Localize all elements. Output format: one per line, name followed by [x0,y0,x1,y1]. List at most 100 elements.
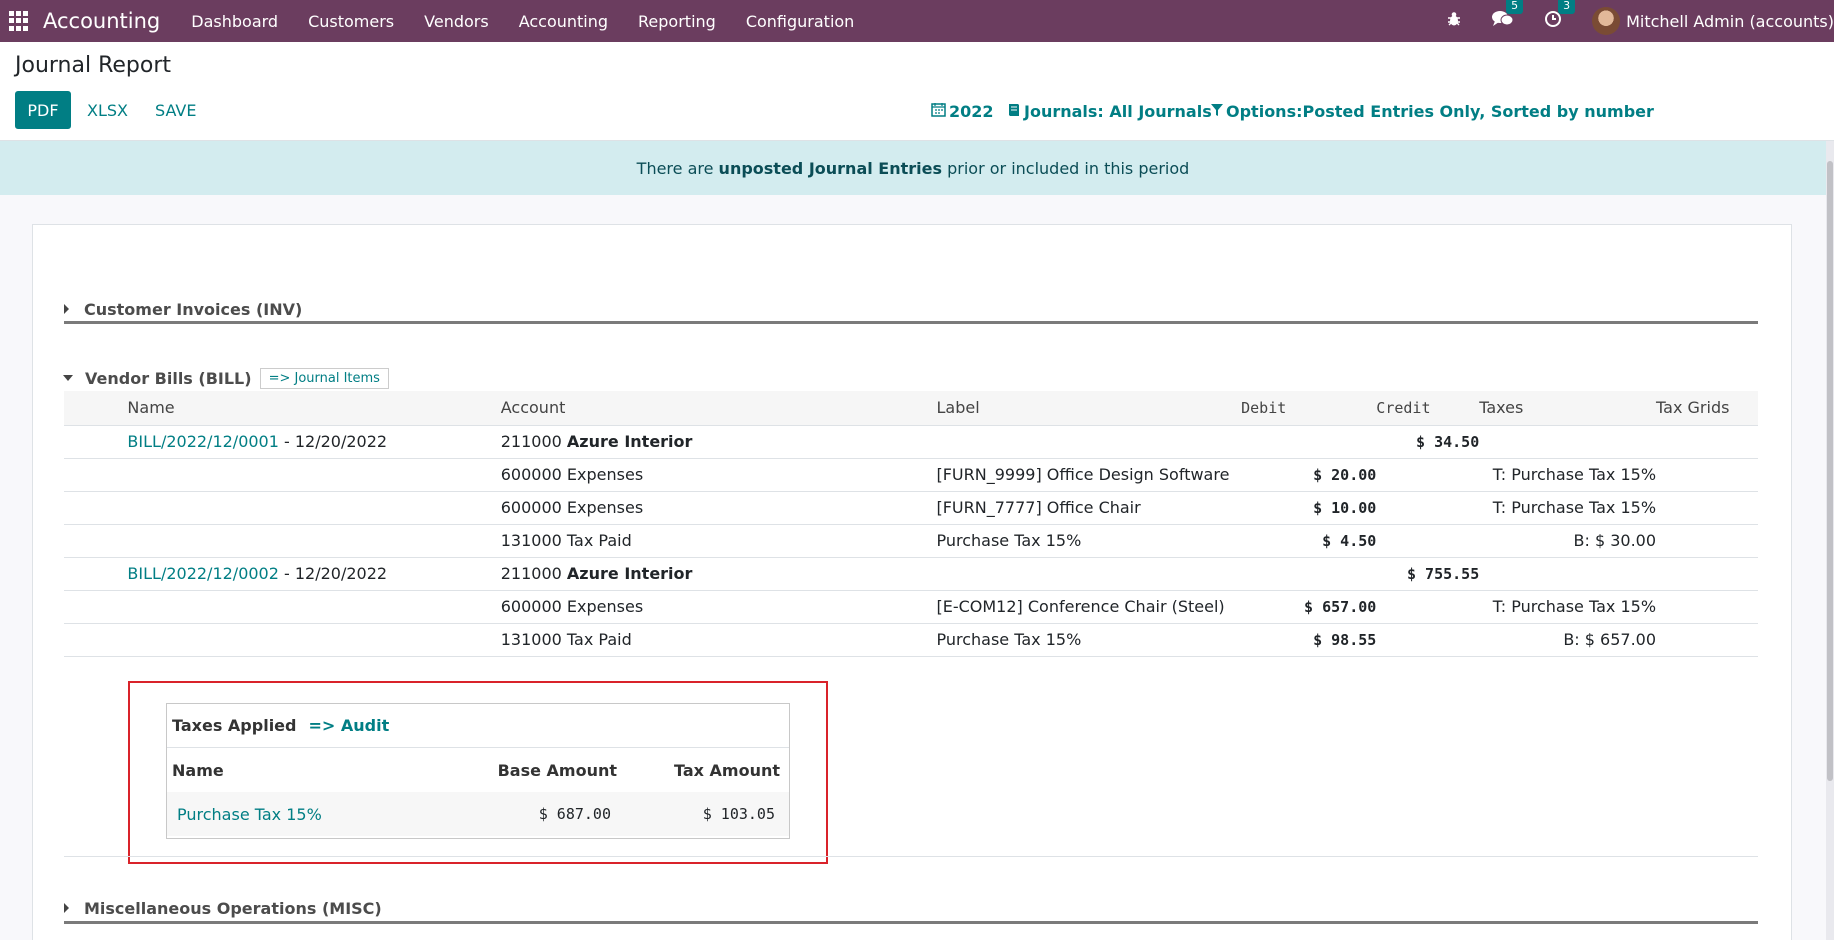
line-label: Purchase Tax 15% [936,630,1082,649]
navbar-systray: 5 3 Mitchell Admin (accounts) [1446,0,1834,42]
table-row: 131000 Tax Paid Purchase Tax 15% $ 98.55 B:… [64,623,1758,657]
tax-row-name-link[interactable]: Purchase Tax 15% [167,805,467,824]
col-header-account: Account [500,391,937,426]
section-divider [64,856,1758,857]
taxes-applied-title: Taxes Applied [172,716,297,735]
tax-row: Purchase Tax 15% $ 687.00 $ 103.05 [167,792,789,836]
debit-value: $ 98.55 [1313,630,1377,649]
section-bill-title: Vendor Bills (BILL) [85,368,252,388]
tax-row-base: $ 687.00 [538,805,611,823]
line-label: [FURN_7777] Office Chair [936,498,1141,517]
caret-right-icon [64,903,69,913]
page-title: Journal Report [15,53,172,78]
move-date: - 12/20/2022 [278,432,388,451]
table-row: 600000 Expenses [FURN_7777] Office Chair $… [64,491,1758,525]
audit-link[interactable]: => Audit [308,716,389,735]
taxes-column-header-row: Name Base Amount Tax Amount [167,748,789,792]
date-filter[interactable]: 2022 [931,102,994,121]
unposted-entries-link[interactable]: unposted Journal Entries [719,159,942,178]
line-label: Purchase Tax 15% [936,531,1082,550]
date-filter-label: 2022 [949,102,994,121]
xlsx-button[interactable]: XLSX [87,101,128,120]
activities-count-badge: 3 [1558,0,1576,14]
table-row: 600000 Expenses [FURN_9999] Office Design… [64,458,1758,492]
control-panel: Journal Report PDF XLSX SAVE 2022 Journa… [0,42,1834,141]
taxes-applied-header: Taxes Applied => Audit [167,704,789,748]
credit-value: $ 34.50 [1416,432,1480,451]
account-partner: Azure Interior [566,564,693,583]
section-customer-invoices[interactable]: Customer Invoices (INV) [64,298,1758,320]
pdf-button[interactable]: PDF [15,91,71,129]
options-filter-label: Options:Posted Entries Only, Sorted by n… [1226,102,1654,121]
tax-col-name: Name [172,760,224,780]
debit-value: $ 4.50 [1322,531,1377,550]
alert-prefix: There are [636,158,719,178]
section-inv-title: Customer Invoices (INV) [84,299,303,319]
menu-accounting[interactable]: Accounting [504,12,623,31]
apps-menu-icon[interactable] [9,11,29,31]
top-navbar: Accounting Dashboard Customers Vendors A… [0,0,1834,42]
taxes-value: B: $ 30.00 [1573,531,1657,550]
line-label: [FURN_9999] Office Design Software [936,465,1230,484]
journals-filter-label: Journals: All Journals [1024,102,1212,121]
options-filter[interactable]: Options:Posted Entries Only, Sorted by n… [1211,102,1654,121]
menu-customers[interactable]: Customers [293,12,409,31]
section-vendor-bills[interactable]: Vendor Bills (BILL) => Journal Items [63,366,1758,390]
account-partner: Azure Interior [566,432,693,451]
taxes-value: T: Purchase Tax 15% [1492,465,1657,484]
tax-col-amount: Tax Amount [673,760,780,780]
taxes-value: B: $ 657.00 [1563,630,1657,649]
move-date: - 12/20/2022 [278,564,388,583]
table-row: 131000 Tax Paid Purchase Tax 15% $ 4.50 B: … [64,524,1758,558]
user-menu[interactable]: Mitchell Admin (accounts) [1626,12,1834,31]
journal-items-button[interactable]: => Journal Items [259,367,389,389]
col-header-label: Label [936,391,1242,426]
taxes-applied-card: Taxes Applied => Audit Name Base Amount … [166,703,790,839]
activities-clock-icon[interactable]: 3 [1544,0,1576,32]
taxes-value: T: Purchase Tax 15% [1492,597,1657,616]
user-avatar[interactable] [1592,7,1621,35]
section-misc-title: Miscellaneous Operations (MISC) [84,898,382,918]
messages-count-badge: 5 [1506,0,1524,14]
taxes-value: T: Purchase Tax 15% [1492,498,1657,517]
menu-dashboard[interactable]: Dashboard [176,12,293,31]
menu-reporting[interactable]: Reporting [623,12,731,31]
move-name-link[interactable]: BILL/2022/12/0002 [127,564,279,583]
col-header-debit: Debit [1241,391,1377,426]
save-button[interactable]: SAVE [155,101,196,120]
move-name-link[interactable]: BILL/2022/12/0001 [127,432,279,451]
col-header-tax-grids: Tax Grids [1656,391,1758,426]
book-icon [1007,102,1021,121]
menu-configuration[interactable]: Configuration [731,12,870,31]
table-header-row: Name Account Label Debit Credit Taxes Ta… [64,391,1758,426]
debug-bug-icon[interactable] [1446,11,1462,31]
journals-filter[interactable]: Journals: All Journals [1007,102,1212,121]
table-row: BILL/2022/12/0002 - 12/20/2022 211000 Azu… [64,557,1758,591]
table-row: BILL/2022/12/0001 - 12/20/2022 211000 Azu… [64,425,1758,459]
credit-value: $ 755.55 [1407,564,1480,583]
menu-vendors[interactable]: Vendors [409,12,504,31]
section-divider [64,921,1758,924]
caret-right-icon [64,304,69,314]
table-row: 600000 Expenses [E-COM12] Conference Chai… [64,590,1758,624]
account-code: 131000 Tax Paid [500,630,632,649]
filter-funnel-icon [1211,102,1223,121]
account-code: 211000 [500,564,567,583]
account-code: 600000 Expenses [500,597,644,616]
col-header-credit: Credit [1376,391,1480,426]
section-misc-operations[interactable]: Miscellaneous Operations (MISC) [64,897,1758,919]
section-divider [64,321,1758,324]
tax-row-amount: $ 103.05 [702,805,775,823]
alert-suffix: prior or included in this period [942,158,1190,178]
messages-chat-icon[interactable]: 5 [1492,0,1524,32]
line-label: [E-COM12] Conference Chair (Steel) [936,597,1225,616]
app-name[interactable]: Accounting [43,9,160,33]
vendor-bills-table: Name Account Label Debit Credit Taxes Ta… [64,391,1758,657]
col-header-name: Name [127,391,501,426]
calendar-icon [931,102,946,121]
col-header-taxes: Taxes [1479,391,1657,426]
unposted-entries-alert: There are unposted Journal Entries prior… [0,141,1826,195]
debit-value: $ 657.00 [1304,597,1377,616]
account-code: 600000 Expenses [500,465,644,484]
page-scrollbar[interactable] [1826,141,1834,940]
